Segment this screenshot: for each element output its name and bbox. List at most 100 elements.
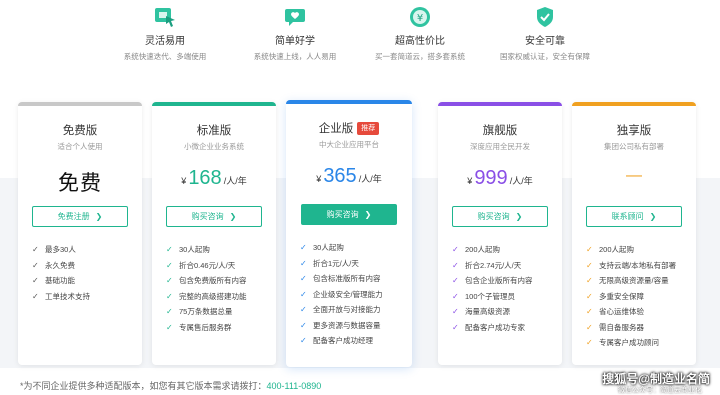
chevron-right-icon: ❯: [364, 210, 372, 219]
plan-card-free: 免费版 适合个人使用 免费 免费注册 ❯ ✓ 最多30人 ✓ 永久免费 ✓ 基础功能 ✓…: [18, 102, 142, 365]
feature-title: 超高性价比: [395, 36, 445, 47]
list-item: ✓ 更多资源与数据容量: [300, 318, 412, 334]
plan-subtitle: 集团公司私有部署: [604, 142, 664, 151]
list-item: ✓ 需自备服务器: [586, 320, 696, 336]
recommend-badge: 推荐: [357, 121, 380, 135]
check-icon: ✓: [586, 260, 593, 270]
check-icon: ✓: [166, 260, 173, 270]
free-register-button[interactable]: 免费注册 ❯: [32, 206, 128, 227]
list-item: ✓ 30人起购: [166, 242, 276, 258]
chevron-right-icon: ❯: [649, 212, 657, 221]
chevron-right-icon: ❯: [95, 212, 103, 221]
list-item: ✓ 30人起购: [300, 240, 412, 256]
list-item: ✓ 省心运维体验: [586, 304, 696, 320]
contact-advisor-button[interactable]: 联系顾问 ❯: [586, 206, 682, 227]
plan-price: ¥999/人/年: [467, 167, 533, 189]
list-item: ✓ 包含企业版所有内容: [452, 273, 562, 289]
check-icon: ✓: [452, 245, 459, 254]
list-item: ✓ 200人起购: [452, 242, 562, 258]
check-icon: ✓: [300, 274, 307, 283]
plan-price: ¥365/人/年: [316, 165, 382, 187]
plan-name: 企业版 推荐: [286, 120, 412, 136]
check-icon: ✓: [586, 338, 593, 347]
yuan-coin-icon: ¥: [407, 4, 433, 30]
check-icon: ✓: [452, 322, 459, 332]
purchase-consult-button[interactable]: 购买咨询 ❯: [452, 206, 548, 227]
list-item: ✓ 多重安全保障: [586, 289, 696, 305]
list-item: ✓ 工单技术支持: [32, 289, 142, 305]
list-item: ✓ 包含标准版所有内容: [300, 271, 412, 287]
list-item: ✓ 配备客户成功经理: [300, 333, 412, 349]
chevron-right-icon: ❯: [515, 212, 523, 221]
plan-feature-list: ✓ 30人起购 ✓ 折合1元/人/天 ✓ 包含标准版所有内容 ✓ 企业级安全/管理能力 …: [300, 240, 412, 349]
check-icon: ✓: [166, 307, 173, 316]
check-icon: ✓: [166, 322, 173, 332]
plan-name: 旗舰版: [482, 125, 518, 137]
watermark-sub: 微信公众号：简道云商业化: [618, 387, 702, 394]
plan-subtitle: 适合个人使用: [57, 142, 103, 151]
check-icon: ✓: [586, 322, 593, 332]
feature-row: 灵活易用 系统快速迭代、多端使用 简单好学 系统快速上线，人人易用 ¥ 超高性价…: [0, 0, 720, 90]
check-icon: ✓: [586, 245, 593, 254]
list-item: ✓ 包含免费版所有内容: [166, 273, 276, 289]
check-icon: ✓: [586, 291, 593, 301]
plan-card-enterprise: 企业版 推荐 中大企业应用平台 ¥365/人/年 购买咨询 ❯ ✓ 30人起购 ✓ 折合…: [286, 100, 412, 367]
check-icon: ✓: [300, 258, 307, 268]
feature-desc: 系统快速迭代、多端使用: [123, 52, 207, 61]
check-icon: ✓: [452, 260, 459, 270]
check-icon: ✓: [32, 260, 39, 270]
check-icon: ✓: [300, 320, 307, 330]
plan-price: 免费: [58, 172, 102, 195]
list-item: ✓ 全面开放与对接能力: [300, 302, 412, 318]
plan-name: 标准版: [196, 125, 232, 137]
list-item: ✓ 75万条数据总量: [166, 304, 276, 320]
list-item: ✓ 配备客户成功专家: [452, 320, 562, 336]
plan-feature-list: ✓ 200人起购 ✓ 支持云端/本地私有部署 ✓ 无限高级资源量/容量 ✓ 多重安全保障…: [586, 242, 696, 351]
check-icon: ✓: [452, 307, 459, 316]
feature-desc: 买一套简道云，搭多套系统: [375, 52, 465, 61]
check-icon: ✓: [586, 307, 593, 316]
plan-name: 独享版: [616, 125, 652, 137]
purchase-consult-button[interactable]: 购买咨询 ❯: [301, 204, 397, 225]
shield-check-icon: [532, 4, 558, 30]
feature-value: ¥ 超高性价比 买一套简道云，搭多套系统: [355, 4, 485, 65]
check-icon: ✓: [166, 276, 173, 285]
plan-card-exclusive: 独享版 集团公司私有部署 — 联系顾问 ❯ ✓ 200人起购 ✓ 支持云端/本地私有部…: [572, 102, 696, 365]
plan-subtitle: 深度应用全民开发: [470, 142, 530, 151]
plan-feature-list: ✓ 最多30人 ✓ 永久免费 ✓ 基础功能 ✓ 工单技术支持: [32, 242, 142, 304]
phone-link[interactable]: 400-111-0890: [267, 381, 322, 391]
cursor-window-icon: [152, 4, 178, 30]
list-item: ✓ 无限高级资源量/容量: [586, 273, 696, 289]
svg-text:¥: ¥: [417, 13, 423, 24]
list-item: ✓ 折合0.46元/人/天: [166, 258, 276, 274]
check-icon: ✓: [300, 305, 307, 314]
check-icon: ✓: [32, 245, 39, 254]
list-item: ✓ 200人起购: [586, 242, 696, 258]
check-icon: ✓: [32, 276, 39, 285]
check-icon: ✓: [166, 245, 173, 254]
list-item: ✓ 基础功能: [32, 273, 142, 289]
list-item: ✓ 海量高级资源: [452, 304, 562, 320]
plan-price: —: [626, 167, 642, 184]
plan-subtitle: 小微企业业务系统: [184, 142, 244, 151]
feature-flexible: 灵活易用 系统快速迭代、多端使用: [100, 4, 230, 65]
feature-desc: 国家权威认证，安全有保障: [500, 52, 590, 61]
check-icon: ✓: [452, 291, 459, 301]
list-item: ✓ 永久免费: [32, 258, 142, 274]
list-item: ✓ 完整的高级搭建功能: [166, 289, 276, 305]
feature-easy: 简单好学 系统快速上线，人人易用: [230, 4, 360, 65]
list-item: ✓ 折合2.74元/人/天: [452, 258, 562, 274]
check-icon: ✓: [300, 289, 307, 299]
plan-name: 免费版: [62, 125, 98, 137]
check-icon: ✓: [300, 243, 307, 252]
feature-secure: 安全可靠 国家权威认证，安全有保障: [480, 4, 610, 65]
purchase-consult-button[interactable]: 购买咨询 ❯: [166, 206, 262, 227]
feature-title: 灵活易用: [145, 36, 185, 47]
plan-feature-list: ✓ 30人起购 ✓ 折合0.46元/人/天 ✓ 包含免费版所有内容 ✓ 完整的高级搭建功…: [166, 242, 276, 335]
check-icon: ✓: [452, 276, 459, 285]
list-item: ✓ 专属售后服务群: [166, 320, 276, 336]
feature-title: 简单好学: [275, 36, 315, 47]
check-icon: ✓: [586, 276, 593, 285]
list-item: ✓ 100个子管理员: [452, 289, 562, 305]
check-icon: ✓: [32, 291, 39, 301]
